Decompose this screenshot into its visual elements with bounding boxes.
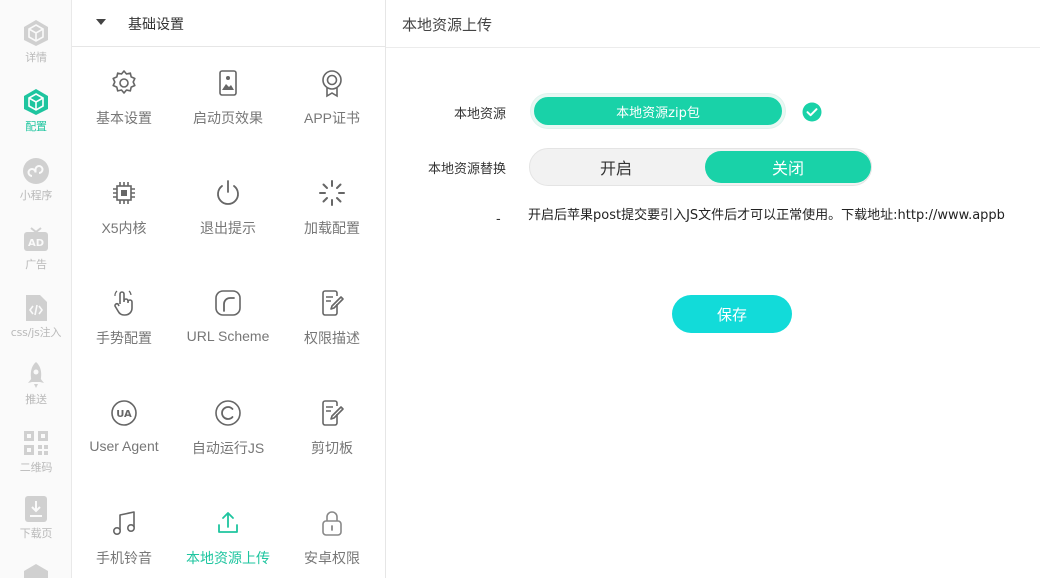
hand-gesture-icon: [114, 290, 133, 316]
page-title: 本地资源上传: [402, 16, 493, 34]
tile-app-cert[interactable]: APP证书: [280, 68, 384, 138]
tile-basic-settings[interactable]: 基本设置: [72, 68, 176, 138]
cube-outline-icon: [24, 20, 48, 46]
ua-icon: UA: [111, 400, 137, 426]
rail-item-label: 广告: [25, 258, 47, 271]
certificate-icon: [322, 70, 342, 98]
tile-url-scheme[interactable]: URL Scheme: [176, 288, 280, 358]
page-header: 本地资源上传: [386, 0, 1040, 48]
upload-zip-label: 本地资源zip包: [616, 105, 700, 121]
rail-item-downloadpage[interactable]: 下载页: [0, 494, 71, 541]
tile-label: 手势配置: [96, 330, 152, 346]
tile-label: 基本设置: [96, 110, 152, 126]
tile-label: 加载配置: [304, 220, 360, 236]
toggle-option-on[interactable]: 开启: [533, 151, 699, 183]
rail-item-more[interactable]: [0, 562, 71, 578]
tile-label: 本地资源上传: [186, 550, 270, 566]
code-file-icon: [26, 295, 47, 321]
music-note-icon: [113, 511, 135, 535]
settings-panel: 基础设置 基本设置 启动页效果 APP证书 X5内核 退出提示 加载配置 手势配…: [72, 0, 386, 578]
section-title: 基础设置: [128, 17, 184, 33]
chip-icon: [113, 182, 135, 204]
upload-zip-button[interactable]: 本地资源zip包: [531, 94, 785, 128]
hint-dash: -: [496, 212, 501, 227]
copyright-c-icon: [215, 400, 241, 426]
tile-loading-config[interactable]: 加载配置: [280, 178, 384, 248]
tile-permission-desc[interactable]: 权限描述: [280, 288, 384, 358]
splash-image-icon: [219, 70, 237, 96]
loading-spinner-icon: [319, 180, 345, 206]
tile-clipboard[interactable]: 剪切板: [280, 398, 384, 468]
rail-item-label: 二维码: [19, 461, 53, 474]
tile-label: 自动运行JS: [191, 440, 265, 456]
tile-splash[interactable]: 启动页效果: [176, 68, 280, 138]
save-button-label: 保存: [716, 305, 747, 324]
cube-active-icon: [24, 89, 48, 115]
rail-item-cssjs[interactable]: css/js注入: [0, 293, 71, 340]
tile-label: 安卓权限: [304, 550, 360, 566]
tile-label: 手机铃音: [96, 550, 152, 566]
tile-label: 权限描述: [304, 330, 360, 346]
clipboard-edit-icon: [322, 400, 344, 426]
caret-down-icon: [96, 19, 106, 25]
rail-item-ads[interactable]: AD 广告: [0, 225, 71, 272]
url-scheme-icon: [215, 290, 241, 316]
tile-label: 退出提示: [200, 220, 256, 236]
ad-tv-icon: AD: [24, 227, 48, 251]
rail-item-qrcode[interactable]: 二维码: [0, 428, 71, 475]
rail-item-push[interactable]: 推送: [0, 360, 71, 407]
tile-gesture[interactable]: 手势配置: [72, 288, 176, 358]
tile-label: 启动页效果: [193, 110, 263, 126]
rail-item-label: 配置: [25, 120, 47, 133]
gear-icon: [112, 70, 136, 94]
lock-icon: [322, 511, 342, 536]
tile-auto-run-js[interactable]: 自动运行JS: [176, 398, 280, 468]
tile-label: 剪切板: [311, 440, 353, 456]
tile-label: User Agent: [89, 438, 159, 454]
download-page-icon: [25, 496, 47, 522]
tile-ringtone[interactable]: 手机铃音: [72, 508, 176, 578]
toggle-option-off[interactable]: 关闭: [705, 151, 871, 183]
section-header[interactable]: 基础设置: [72, 0, 385, 47]
tile-label: X5内核: [101, 220, 147, 236]
tile-x5-kernel[interactable]: X5内核: [72, 178, 176, 248]
tile-local-resource-upload[interactable]: 本地资源上传: [176, 508, 280, 578]
rail-item-label: 下载页: [19, 527, 53, 540]
upload-icon: [218, 512, 238, 533]
tile-label: APP证书: [303, 110, 360, 126]
save-button[interactable]: 保存: [672, 295, 792, 333]
rail-item-miniprogram[interactable]: 小程序: [0, 156, 71, 203]
resource-label: 本地资源: [453, 107, 506, 122]
svg-text:AD: AD: [28, 238, 44, 249]
rail-item-label: 小程序: [19, 189, 53, 202]
replace-label: 本地资源替换: [427, 162, 506, 177]
svg-text:UA: UA: [116, 409, 132, 420]
left-rail-nav: 详情 配置 小程序 AD 广告 css/js注入 推送 二维码 下载页: [0, 0, 72, 578]
qrcode-icon: [24, 431, 48, 455]
rail-item-config[interactable]: 配置: [0, 87, 71, 134]
hint-text: 开启后苹果post提交要引入JS文件后才可以正常使用。下载地址:http://w…: [528, 208, 1005, 223]
rail-item-label: 详情: [25, 51, 47, 64]
rail-item-label: css/js注入: [10, 326, 62, 339]
tile-user-agent[interactable]: UA User Agent: [72, 398, 176, 468]
rocket-icon: [28, 362, 44, 388]
check-circle-icon: [802, 102, 822, 122]
replace-toggle: 开启 关闭: [529, 148, 872, 186]
tile-label: URL Scheme: [186, 328, 270, 344]
cube-outline-icon: [24, 564, 48, 578]
rail-item-details[interactable]: 详情: [0, 18, 71, 65]
power-icon: [217, 180, 239, 205]
rail-item-label: 推送: [25, 393, 47, 406]
app-window: 详情 配置 小程序 AD 广告 css/js注入 推送 二维码 下载页 基础设置…: [0, 0, 1040, 578]
tile-android-permission[interactable]: 安卓权限: [280, 508, 384, 578]
edit-document-icon: [322, 290, 344, 316]
main-content: 本地资源上传 本地资源 本地资源zip包 本地资源替换 开启 关闭 - 开启后苹…: [386, 0, 1040, 578]
tile-exit-prompt[interactable]: 退出提示: [176, 178, 280, 248]
miniprogram-icon: [23, 158, 49, 184]
